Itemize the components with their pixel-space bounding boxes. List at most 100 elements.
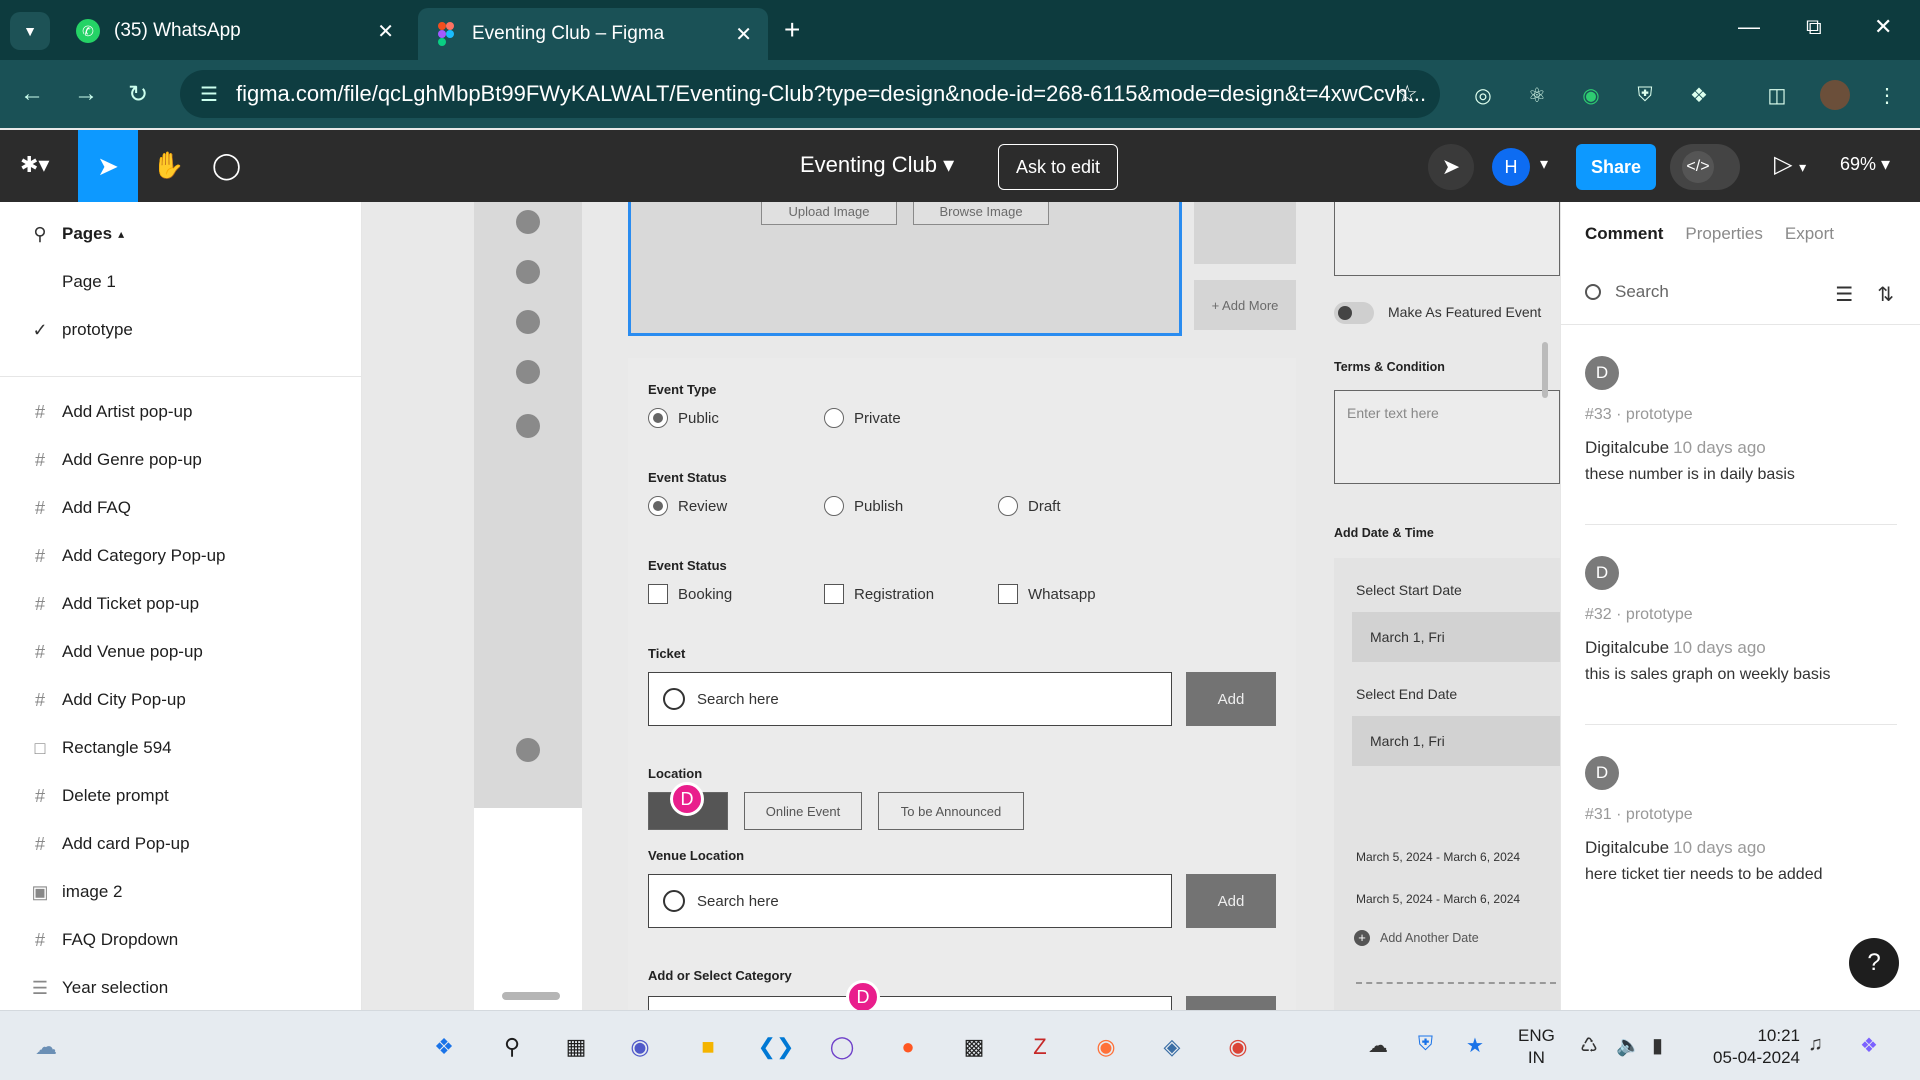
copilot-icon[interactable]: ❖ bbox=[1860, 1033, 1878, 1058]
tab-properties[interactable]: Properties bbox=[1685, 224, 1762, 244]
browse-image-button[interactable]: Browse Image bbox=[913, 202, 1049, 225]
share-button[interactable]: Share bbox=[1576, 144, 1656, 190]
extension-target-icon[interactable]: ◎ bbox=[1470, 82, 1496, 108]
layer-item[interactable]: # FAQ Dropdown bbox=[0, 916, 362, 964]
ticket-search-input[interactable]: Search here bbox=[648, 672, 1172, 726]
comment-thread[interactable]: D #33 · prototype Digitalcube 10 days ago… bbox=[1585, 356, 1897, 525]
venue-search-input[interactable]: Search here bbox=[648, 874, 1172, 928]
layer-item[interactable]: # Add City Pop-up bbox=[0, 676, 362, 724]
to-be-announced-button[interactable]: To be Announced bbox=[878, 792, 1024, 830]
category-search-input[interactable] bbox=[648, 996, 1172, 1010]
language-indicator[interactable]: ENG IN bbox=[1518, 1025, 1555, 1069]
radio-private[interactable]: Private bbox=[824, 408, 901, 428]
checkbox-whatsapp[interactable]: Whatsapp bbox=[998, 584, 1096, 604]
layer-item[interactable]: # Add Ticket pop-up bbox=[0, 580, 362, 628]
layer-item[interactable]: ☰ Year selection bbox=[0, 964, 362, 1012]
close-window-icon[interactable]: ✕ bbox=[1874, 14, 1892, 40]
online-event-button[interactable]: Online Event bbox=[744, 792, 862, 830]
checkbox-booking[interactable]: Booking bbox=[648, 584, 732, 604]
side-panel-icon[interactable]: ◫ bbox=[1764, 82, 1790, 108]
pages-header[interactable]: ⚲ Pages ▴ bbox=[0, 210, 362, 258]
start-date-field[interactable]: March 1, Fri bbox=[1352, 612, 1560, 662]
restore-icon[interactable]: ⧉ bbox=[1806, 14, 1822, 40]
task-view-icon[interactable]: ▦ bbox=[556, 1027, 596, 1067]
layer-item[interactable]: ▣ image 2 bbox=[0, 868, 362, 916]
mysql-icon[interactable]: ◈ bbox=[1152, 1027, 1192, 1067]
page-item-active[interactable]: ✓ prototype bbox=[0, 306, 362, 354]
form-scrollbar[interactable] bbox=[1542, 342, 1548, 398]
chrome-icon[interactable]: ◉ bbox=[1218, 1027, 1258, 1067]
dev-mode-toggle[interactable]: </> bbox=[1670, 144, 1740, 190]
teams-icon[interactable]: ◉ bbox=[620, 1027, 660, 1067]
settings-sliders-icon[interactable]: ⇅ bbox=[1877, 282, 1894, 307]
comment-search-input[interactable]: Search bbox=[1585, 282, 1669, 302]
reload-icon[interactable]: ↻ bbox=[128, 80, 148, 109]
close-tab-icon[interactable]: ✕ bbox=[377, 19, 394, 44]
comment-thread[interactable]: D #31 · prototype Digitalcube 10 days ago… bbox=[1585, 756, 1895, 884]
hand-tool-icon[interactable]: ✋ bbox=[152, 150, 184, 181]
tab-export[interactable]: Export bbox=[1785, 224, 1834, 244]
layer-item[interactable]: # Add Venue pop-up bbox=[0, 628, 362, 676]
filezilla-icon[interactable]: Z bbox=[1020, 1027, 1060, 1067]
venue-add-button[interactable]: Add bbox=[1186, 874, 1276, 928]
avatar[interactable]: H bbox=[1492, 148, 1530, 186]
checkbox-registration[interactable]: Registration bbox=[824, 584, 934, 604]
extension-eye-icon[interactable]: ◉ bbox=[1578, 82, 1604, 108]
layer-item[interactable]: # Add Genre pop-up bbox=[0, 436, 362, 484]
minimize-icon[interactable]: — bbox=[1738, 14, 1760, 40]
onedrive-icon[interactable]: ☁ bbox=[1368, 1033, 1388, 1058]
tab-search-button[interactable]: ▼ bbox=[10, 12, 50, 50]
vscode-icon[interactable]: ❮❯ bbox=[756, 1027, 796, 1067]
layer-item[interactable]: □ Rectangle 594 bbox=[0, 724, 362, 772]
category-add-button[interactable] bbox=[1186, 996, 1276, 1010]
figma-main-menu-icon[interactable]: ✱▾ bbox=[20, 152, 49, 178]
extension-shield-icon[interactable]: ⛨ bbox=[1632, 82, 1658, 108]
volume-muted-icon[interactable]: 🔈 bbox=[1616, 1033, 1641, 1058]
end-date-field[interactable]: March 1, Fri bbox=[1352, 716, 1560, 766]
layer-item[interactable]: # Add Artist pop-up bbox=[0, 388, 362, 436]
url-field[interactable]: ☰ figma.com/file/qcLghMbpBt99FWyKALWALT/… bbox=[180, 70, 1440, 118]
extensions-puzzle-icon[interactable]: ❖ bbox=[1686, 82, 1712, 108]
start-icon[interactable]: ❖ bbox=[424, 1027, 464, 1067]
add-another-date-button[interactable]: + Add Another Date bbox=[1354, 930, 1479, 946]
layer-item[interactable]: # Delete prompt bbox=[0, 772, 362, 820]
layer-item[interactable]: # Add card Pop-up bbox=[0, 820, 362, 868]
cursor-chat-icon[interactable]: ➤ bbox=[1428, 144, 1474, 190]
move-tool-icon[interactable]: ➤ bbox=[78, 130, 138, 202]
layer-item[interactable]: # Add FAQ bbox=[0, 484, 362, 532]
chevron-down-icon[interactable]: ▾ bbox=[1540, 154, 1548, 174]
bookmark-star-icon[interactable]: ☆ bbox=[1396, 80, 1418, 109]
search-icon[interactable]: ⚲ bbox=[492, 1027, 532, 1067]
profile-avatar[interactable] bbox=[1820, 80, 1850, 110]
radio-public[interactable]: Public bbox=[648, 408, 719, 428]
clock[interactable]: 10:21 05-04-2024 bbox=[1700, 1025, 1800, 1069]
postman-icon[interactable]: ● bbox=[888, 1027, 928, 1067]
close-tab-icon[interactable]: ✕ bbox=[735, 22, 752, 47]
search-icon[interactable]: ⚲ bbox=[26, 224, 54, 245]
bluetooth-icon[interactable]: ★ bbox=[1466, 1033, 1484, 1058]
description-box[interactable] bbox=[1334, 202, 1560, 276]
battery-icon[interactable]: ▮ bbox=[1652, 1033, 1663, 1058]
github-icon[interactable]: ◯ bbox=[822, 1027, 862, 1067]
browser-menu-icon[interactable]: ⋮ bbox=[1874, 82, 1900, 108]
design-canvas[interactable]: Upload Image Browse Image + Add More Eve… bbox=[362, 202, 1560, 1010]
terminal-icon[interactable]: ▩ bbox=[954, 1027, 994, 1067]
security-icon[interactable]: ⛨ bbox=[1418, 1033, 1433, 1056]
help-button[interactable]: ? bbox=[1849, 938, 1899, 988]
zoom-menu[interactable]: 69% ▾ bbox=[1840, 154, 1890, 175]
page-item[interactable]: Page 1 bbox=[0, 258, 362, 306]
comment-tool-icon[interactable]: ◯ bbox=[212, 150, 241, 181]
file-explorer-icon[interactable]: ■ bbox=[688, 1027, 728, 1067]
ask-to-edit-button[interactable]: Ask to edit bbox=[998, 144, 1118, 190]
add-more-button[interactable]: + Add More bbox=[1194, 280, 1296, 330]
layer-item[interactable]: # Add Category Pop-up bbox=[0, 532, 362, 580]
new-tab-button[interactable]: + bbox=[784, 14, 800, 46]
radio-review[interactable]: Review bbox=[648, 496, 727, 516]
forward-icon[interactable]: → bbox=[74, 80, 98, 108]
present-icon[interactable]: ▷ ▾ bbox=[1774, 150, 1806, 179]
chevron-up-icon[interactable]: ▴ bbox=[118, 227, 124, 241]
tab-figma[interactable]: Eventing Club – Figma ✕ bbox=[418, 8, 768, 60]
filter-icon[interactable]: ☰ bbox=[1835, 282, 1853, 307]
firefox-icon[interactable]: ◉ bbox=[1086, 1027, 1126, 1067]
scrollbar[interactable] bbox=[502, 992, 560, 1000]
